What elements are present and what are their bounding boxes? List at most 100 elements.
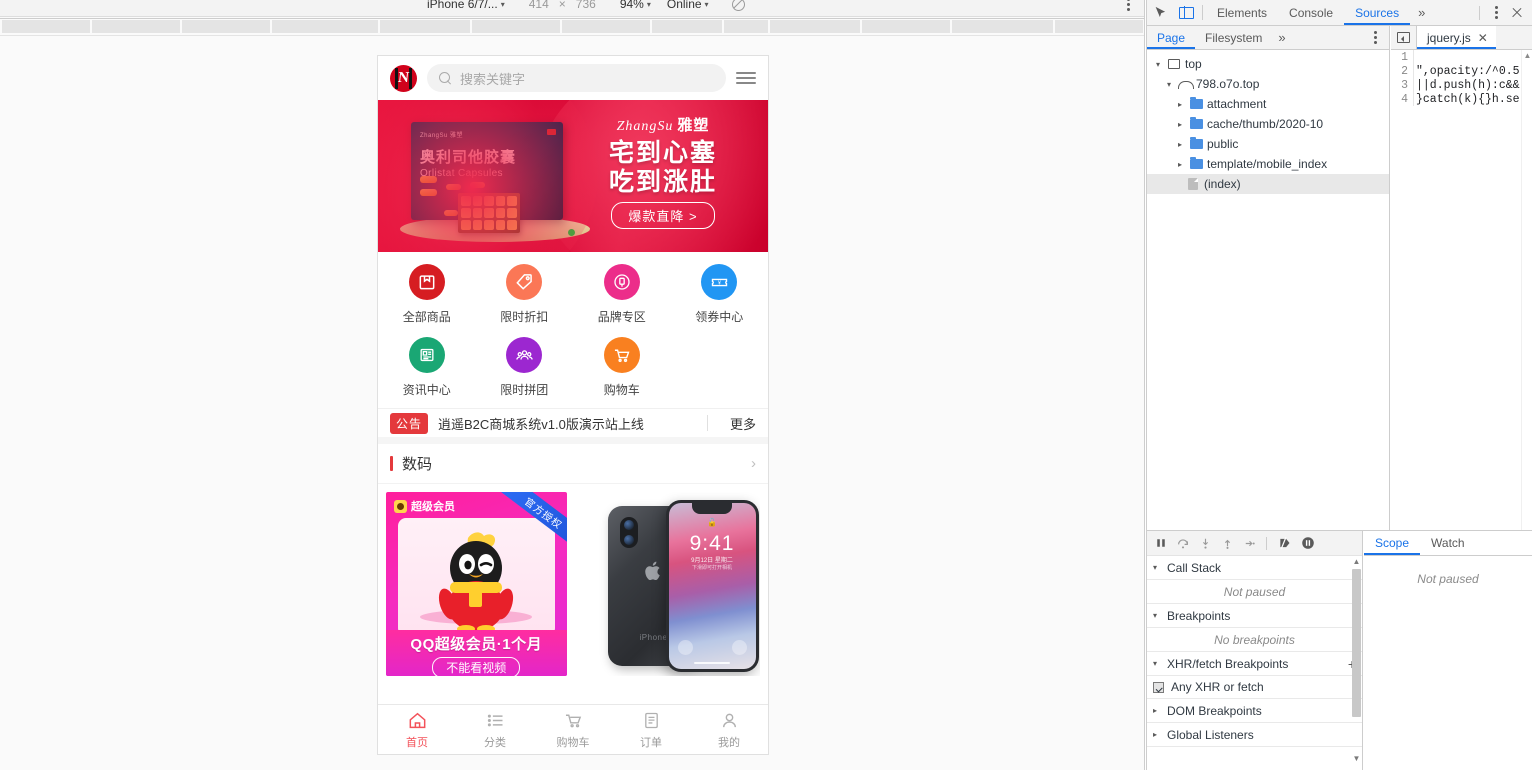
device-select[interactable]: iPhone 6/7/... ▾ — [427, 0, 505, 11]
close-icon[interactable]: ✕ — [1478, 31, 1488, 45]
chevron-down-icon[interactable]: ▾ — [1153, 611, 1162, 620]
viewport-width-input[interactable]: 414 — [529, 0, 549, 11]
tab-cart[interactable]: 购物车 — [534, 705, 612, 754]
tab-scope[interactable]: Scope — [1364, 531, 1421, 555]
chevron-right-icon[interactable]: ▸ — [1175, 140, 1185, 149]
debugger-scrollbar[interactable]: ▲ ▼ — [1351, 556, 1362, 770]
category-item-brand-zone[interactable]: 品牌专区 — [573, 264, 671, 325]
tab-console[interactable]: Console — [1278, 0, 1344, 25]
announcement-bar[interactable]: 公告 逍遥B2C商城系统v1.0版演示站上线 更多 — [378, 408, 768, 444]
navigator-menu-button[interactable] — [1367, 26, 1383, 49]
show-navigator-icon[interactable] — [1391, 26, 1417, 49]
scroll-up-icon[interactable]: ▲ — [1522, 50, 1532, 61]
tab-home[interactable]: 首页 — [378, 705, 456, 754]
tab-watch[interactable]: Watch — [1420, 531, 1476, 555]
category-item-cart[interactable]: 购物车 — [573, 337, 671, 398]
close-icon[interactable] — [1508, 4, 1526, 22]
tab-mine[interactable]: 我的 — [690, 705, 768, 754]
category-item-coupon[interactable]: ¥ 领券中心 — [671, 264, 769, 325]
scroll-up-icon[interactable]: ▲ — [1351, 556, 1362, 567]
chevron-down-icon: ▾ — [646, 0, 651, 9]
chevron-right-icon[interactable]: ▸ — [1175, 160, 1185, 169]
banner-box-brand: ZhangSu 雅塑 — [420, 133, 464, 139]
tree-item-public[interactable]: ▸ public — [1147, 134, 1389, 154]
section-call-stack[interactable]: ▾ Call Stack — [1147, 556, 1362, 580]
site-logo-icon[interactable]: N — [390, 64, 417, 92]
page-file-tree: ▾ top ▾ 798.o7o.top ▸ attachment ▸ cache… — [1147, 50, 1389, 198]
device-toolbar-menu-button[interactable] — [1121, 0, 1135, 11]
tab-category[interactable]: 分类 — [456, 705, 534, 754]
announcement-more-link[interactable]: 更多 — [718, 414, 756, 433]
banner-headline-1: 宅到心塞 — [608, 139, 717, 167]
no-throttling-icon[interactable] — [731, 0, 745, 11]
step-over-icon[interactable] — [1176, 536, 1190, 550]
product-card-iphone-x[interactable]: iPhone 🔓 9:41 9月12日 星期二 下滑即可打开相机 — [579, 492, 760, 676]
section-dom-breakpoints[interactable]: ▸ DOM Breakpoints — [1147, 699, 1362, 723]
checkbox-any-xhr[interactable] — [1153, 681, 1164, 693]
step-into-icon[interactable] — [1199, 537, 1212, 550]
scope-watch-pane: Scope Watch Not paused — [1364, 531, 1532, 770]
inspect-element-icon[interactable] — [1147, 0, 1173, 25]
scope-watch-tabbar: Scope Watch — [1364, 531, 1532, 556]
category-item-group-buy[interactable]: 限时拼团 — [476, 337, 574, 398]
product-title: QQ超级会员·1个月 — [410, 636, 543, 653]
nav-tab-filesystem[interactable]: Filesystem — [1195, 26, 1272, 49]
section-title: Breakpoints — [1167, 608, 1231, 623]
category-item-discount[interactable]: 限时折扣 — [476, 264, 574, 325]
step-out-icon[interactable] — [1221, 537, 1234, 550]
category-item-news[interactable]: 资讯中心 — [378, 337, 476, 398]
toggle-device-toolbar-icon[interactable] — [1173, 0, 1199, 25]
line-number: 1 — [1401, 50, 1408, 64]
hamburger-menu-icon[interactable] — [736, 72, 756, 84]
section-breakpoints[interactable]: ▾ Breakpoints — [1147, 604, 1362, 628]
chevron-right-icon[interactable]: ▸ — [1175, 100, 1185, 109]
banner-cta-button[interactable]: 爆款直降 > — [611, 202, 715, 230]
section-header-digital[interactable]: 数码 › — [378, 444, 768, 484]
editor-tab-jquery[interactable]: jquery.js ✕ — [1417, 26, 1496, 49]
nav-tab-page[interactable]: Page — [1147, 26, 1196, 49]
tab-sources[interactable]: Sources — [1344, 0, 1411, 25]
chevron-down-icon[interactable]: ▾ — [1153, 659, 1162, 668]
tree-item-domain[interactable]: ▾ 798.o7o.top — [1147, 74, 1389, 94]
zoom-select[interactable]: 94% ▾ — [620, 0, 651, 11]
tree-item-template-mobile-index[interactable]: ▸ template/mobile_index — [1147, 154, 1389, 174]
category-item-all-products[interactable]: 全部商品 — [378, 264, 476, 325]
xhr-breakpoint-row[interactable]: Any XHR or fetch — [1147, 676, 1362, 699]
scroll-down-icon[interactable]: ▼ — [1351, 753, 1362, 764]
tree-item-top[interactable]: ▾ top — [1147, 54, 1389, 74]
chevron-right-icon[interactable]: ▸ — [1153, 730, 1162, 739]
nav-more-icon[interactable]: » — [1272, 26, 1291, 49]
viewport-height-input[interactable]: 736 — [576, 0, 596, 11]
chevron-down-icon[interactable]: ▾ — [1153, 563, 1162, 572]
devtools-menu-button[interactable] — [1488, 4, 1504, 22]
section-global-listeners[interactable]: ▸ Global Listeners — [1147, 723, 1362, 747]
tree-item-attachment[interactable]: ▸ attachment — [1147, 94, 1389, 114]
tree-item-label: public — [1207, 137, 1239, 151]
product-card-qq-super-member[interactable]: 超级会员 官方授权 QQ超级会员·1个月 不能看视频 — [386, 492, 567, 676]
deactivate-breakpoints-icon[interactable] — [1277, 536, 1292, 550]
screenshot-root: iPhone 6/7/... ▾ 414 × 736 94% ▾ Online … — [0, 0, 1532, 770]
iphone-lockscreen: 🔓 9:41 9月12日 星期二 下滑即可打开相机 — [668, 503, 756, 669]
more-tabs-icon[interactable]: » — [1410, 0, 1433, 25]
tab-elements[interactable]: Elements — [1206, 0, 1278, 25]
tree-item-index[interactable]: (index) — [1147, 174, 1389, 194]
pause-on-exceptions-icon[interactable] — [1301, 536, 1315, 550]
chevron-right-icon[interactable]: › — [751, 455, 756, 472]
chevron-right-icon[interactable]: ▸ — [1175, 120, 1185, 129]
promo-banner[interactable]: ZhangSu 雅塑 奥利司他胶囊 Orlistat Capsules Zhan… — [378, 100, 768, 252]
section-title: 数码 — [402, 456, 433, 473]
search-input[interactable]: 搜索关键字 — [427, 64, 726, 92]
tab-order[interactable]: 订单 — [612, 705, 690, 754]
camera-button — [731, 640, 747, 655]
chevron-down-icon[interactable]: ▾ — [1153, 60, 1163, 69]
category-label: 购物车 — [603, 383, 640, 397]
chevron-down-icon: ▾ — [704, 0, 709, 9]
chevron-down-icon[interactable]: ▾ — [1164, 80, 1174, 89]
scrollbar-thumb[interactable] — [1352, 569, 1361, 717]
chevron-right-icon[interactable]: ▸ — [1153, 706, 1162, 715]
section-xhr-fetch-breakpoints[interactable]: ▾ XHR/fetch Breakpoints + — [1147, 652, 1362, 676]
step-icon[interactable] — [1243, 537, 1256, 550]
tree-item-cache-thumb[interactable]: ▸ cache/thumb/2020-10 — [1147, 114, 1389, 134]
throttling-select[interactable]: Online ▾ — [667, 0, 709, 11]
pause-icon[interactable] — [1155, 537, 1167, 549]
